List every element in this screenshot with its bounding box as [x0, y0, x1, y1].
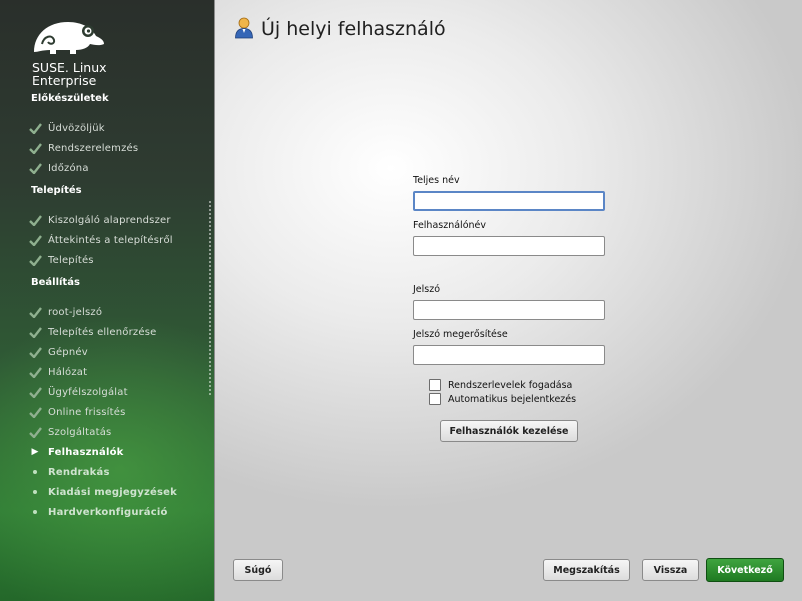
step-label: Felhasználók: [48, 446, 124, 458]
checkmark-icon: [28, 365, 42, 379]
step-label: Üdvözöljük: [48, 122, 105, 134]
checkmark-icon: [28, 345, 42, 359]
section-title-configuration: Beállítás: [31, 277, 80, 288]
step-service: Szolgáltatás: [28, 425, 111, 439]
checkmark-icon: [28, 385, 42, 399]
step-hostname: Gépnév: [28, 345, 88, 359]
suse-chameleon-logo: [34, 22, 104, 54]
step-customer-center: Ügyfélszolgálat: [28, 385, 128, 399]
checkmark-icon: [28, 121, 42, 135]
step-users-current: ▶ Felhasználók: [28, 445, 124, 459]
step-release-notes: Kiadási megjegyzések: [28, 485, 177, 499]
installation-steps-sidebar: SUSE. Linux Enterprise Előkészületek Üdv…: [0, 0, 214, 601]
step-label: Telepítés: [48, 254, 94, 266]
step-label: Kiszolgáló alaprendszer: [48, 214, 171, 226]
main-content: Új helyi felhasználó Teljes név Felhaszn…: [214, 0, 802, 601]
step-label: Hardverkonfiguráció: [48, 506, 168, 518]
username-label: Felhasználónév: [413, 220, 486, 231]
step-label: Online frissítés: [48, 406, 126, 418]
password-confirm-label: Jelszó megerősítése: [413, 329, 508, 340]
step-label: Ügyfélszolgálat: [48, 386, 128, 398]
step-system-analysis: Rendszerelemzés: [28, 141, 138, 155]
abort-button[interactable]: Megszakítás: [543, 559, 630, 581]
user-icon: [235, 17, 253, 39]
step-label: root-jelszó: [48, 306, 103, 318]
next-button[interactable]: Következő: [706, 558, 784, 582]
step-label: Hálózat: [48, 366, 88, 378]
checkmark-icon: [28, 325, 42, 339]
password-input[interactable]: [413, 300, 605, 320]
step-network: Hálózat: [28, 365, 87, 379]
full-name-label: Teljes név: [413, 175, 460, 186]
step-label: Rendrakás: [48, 466, 110, 478]
back-button[interactable]: Vissza: [642, 559, 699, 581]
step-hardware-config: Hardverkonfiguráció: [28, 505, 168, 519]
step-installation-check: Telepítés ellenőrzése: [28, 325, 156, 339]
step-label: Gépnév: [48, 346, 88, 358]
brand-name: SUSE. Linux Enterprise: [32, 61, 107, 87]
step-installation-overview: Áttekintés a telepítésről: [28, 233, 173, 247]
bullet-icon: [28, 505, 42, 519]
step-label: Áttekintés a telepítésről: [48, 234, 173, 246]
step-label: Időzóna: [48, 162, 89, 174]
step-root-password: root-jelszó: [28, 305, 102, 319]
checkmark-icon: [28, 233, 42, 247]
username-input[interactable]: [413, 236, 605, 256]
password-label: Jelszó: [413, 284, 441, 295]
step-cleanup: Rendrakás: [28, 465, 110, 479]
checkbox-label: Rendszerlevelek fogadása: [448, 379, 573, 391]
help-button[interactable]: Súgó: [233, 559, 283, 581]
auto-login-checkbox[interactable]: Automatikus bejelentkezés: [429, 393, 576, 405]
step-label: Telepítés ellenőrzése: [48, 326, 157, 338]
checkmark-icon: [28, 213, 42, 227]
checkmark-icon: [28, 425, 42, 439]
manage-users-button[interactable]: Felhasználók kezelése: [440, 420, 578, 442]
section-title-installation: Telepítés: [31, 185, 82, 196]
checkmark-icon: [28, 305, 42, 319]
sidebar-resize-grip[interactable]: [208, 200, 212, 396]
bullet-icon: [28, 465, 42, 479]
checkbox-box[interactable]: [429, 393, 441, 405]
checkmark-icon: [28, 161, 42, 175]
full-name-input[interactable]: [413, 191, 605, 211]
current-step-arrow-icon: ▶: [31, 447, 39, 457]
step-online-update: Online frissítés: [28, 405, 126, 419]
checkbox-box[interactable]: [429, 379, 441, 391]
checkbox-label: Automatikus bejelentkezés: [448, 393, 577, 405]
password-confirm-input[interactable]: [413, 345, 605, 365]
page-title: Új helyi felhasználó: [261, 18, 446, 40]
step-label: Kiadási megjegyzések: [48, 486, 177, 498]
section-title-preparation: Előkészületek: [31, 93, 109, 104]
step-welcome: Üdvözöljük: [28, 121, 105, 135]
checkmark-icon: [28, 141, 42, 155]
step-label: Szolgáltatás: [48, 426, 112, 438]
bullet-icon: [28, 485, 42, 499]
receive-system-mail-checkbox[interactable]: Rendszerlevelek fogadása: [429, 379, 572, 391]
step-install: Telepítés: [28, 253, 94, 267]
step-label: Rendszerelemzés: [48, 142, 139, 154]
step-timezone: Időzóna: [28, 161, 89, 175]
brand-line-2: Enterprise: [32, 73, 97, 88]
step-server-base: Kiszolgáló alaprendszer: [28, 213, 171, 227]
checkmark-icon: [28, 405, 42, 419]
checkmark-icon: [28, 253, 42, 267]
